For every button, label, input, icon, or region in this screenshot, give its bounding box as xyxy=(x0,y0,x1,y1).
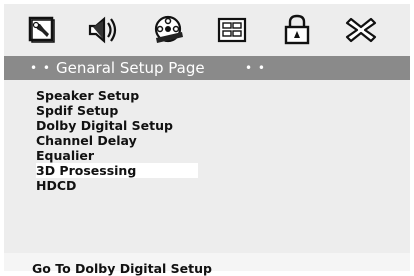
video-setup-icon[interactable] xyxy=(148,12,188,48)
password-lock-icon[interactable] xyxy=(277,12,317,48)
exit-icon[interactable] xyxy=(341,12,381,48)
preference-icon[interactable] xyxy=(212,12,252,48)
setup-menu: Speaker Setup Spdif Setup Dolby Digital … xyxy=(36,88,198,193)
status-text: Go To Dolby Digital Setup xyxy=(32,261,212,276)
title-dots-right: • • xyxy=(245,61,266,75)
title-dots-left: • • xyxy=(30,61,51,75)
setup-toolbar xyxy=(4,4,410,56)
page-title-bar: • • Genaral Setup Page • • xyxy=(4,56,410,80)
menu-item-channel-delay[interactable]: Channel Delay xyxy=(36,133,198,148)
menu-item-hdcd[interactable]: HDCD xyxy=(36,178,198,193)
menu-item-spdif-setup[interactable]: Spdif Setup xyxy=(36,103,198,118)
menu-item-dolby-digital-setup[interactable]: Dolby Digital Setup xyxy=(36,118,198,133)
menu-item-equalizer[interactable]: Equalier xyxy=(36,148,198,163)
general-setup-icon[interactable] xyxy=(20,12,60,48)
speaker-setup-icon[interactable] xyxy=(84,12,124,48)
menu-item-3d-processing[interactable]: 3D Prosessing xyxy=(36,163,198,178)
menu-item-speaker-setup[interactable]: Speaker Setup xyxy=(36,88,198,103)
setup-panel: • • Genaral Setup Page • • Speaker Setup… xyxy=(4,4,410,271)
page-title: Genaral Setup Page xyxy=(56,59,205,77)
